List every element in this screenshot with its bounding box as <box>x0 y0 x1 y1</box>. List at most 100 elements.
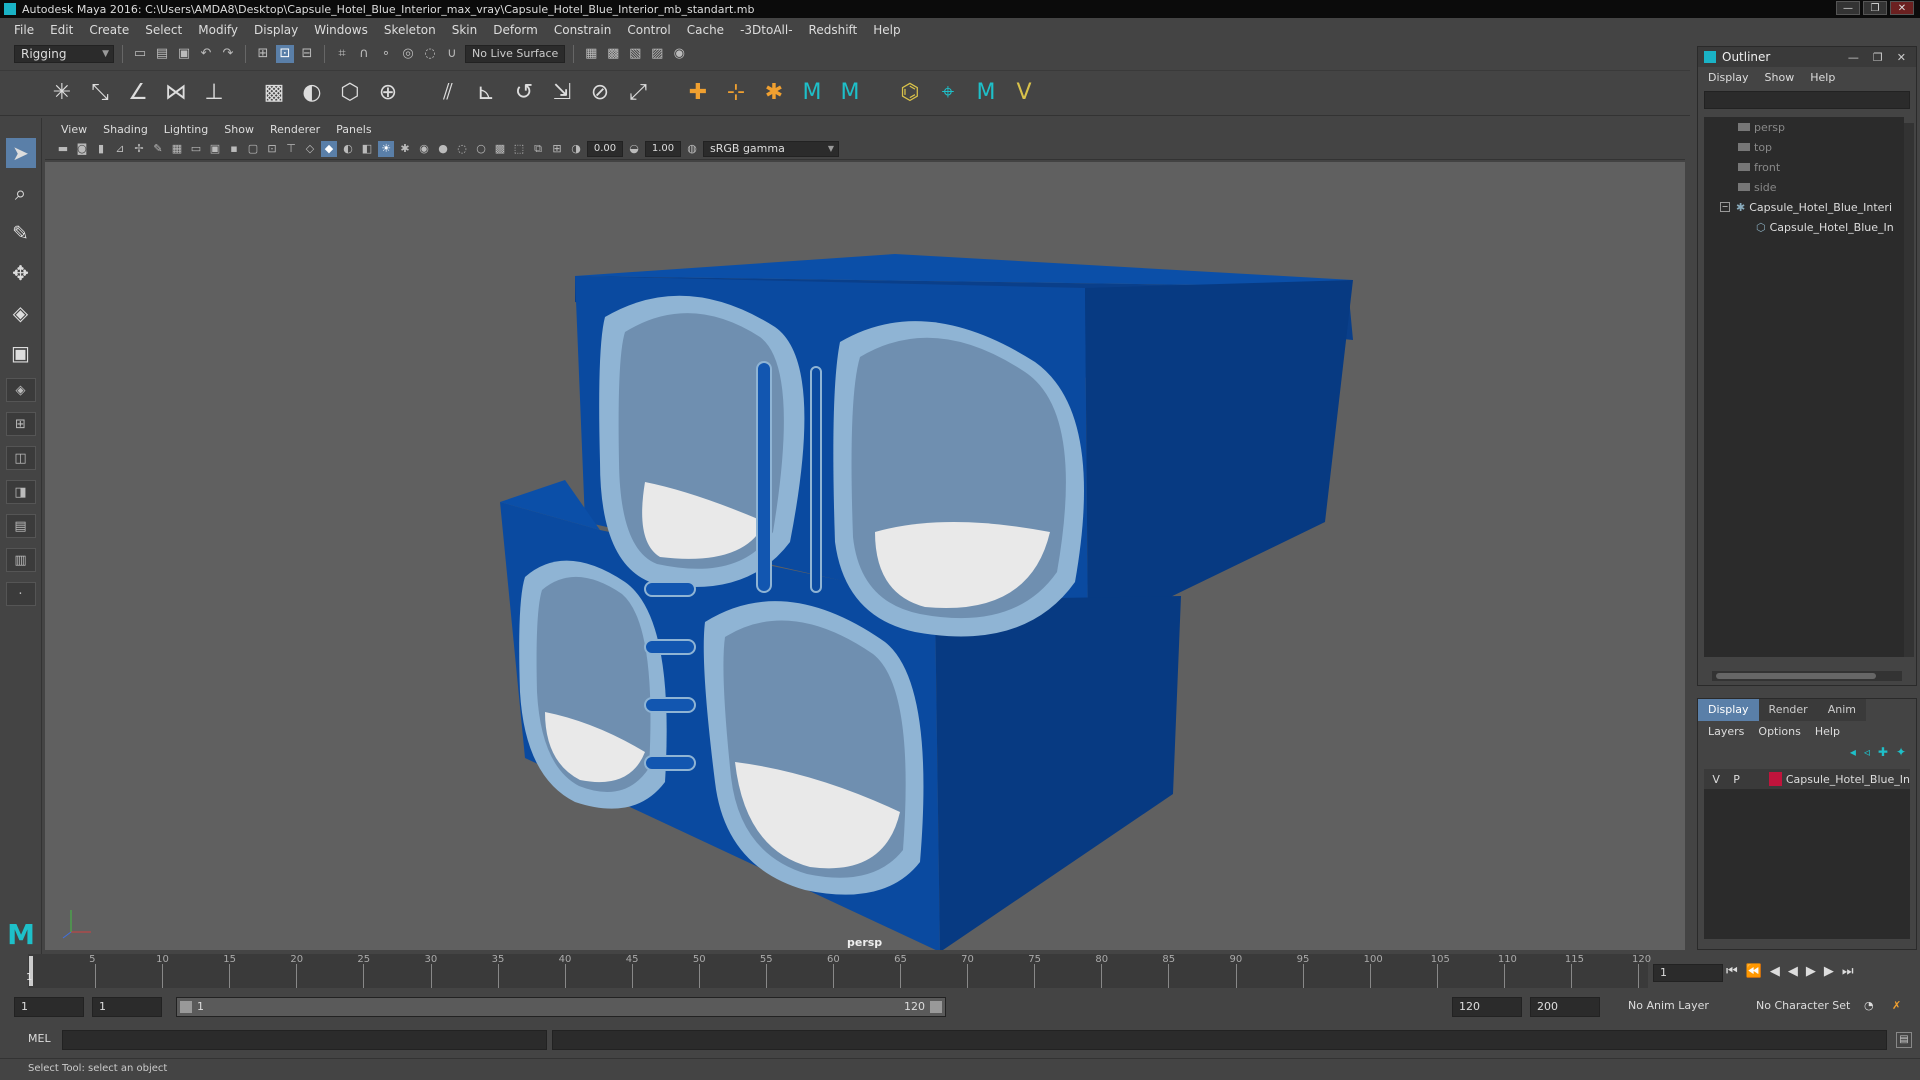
open-scene-icon[interactable]: ▤ <box>153 45 171 63</box>
gamma-icon[interactable]: ◒ <box>626 141 642 157</box>
select-hierarchy-icon[interactable]: ⊞ <box>254 45 272 63</box>
textured-icon[interactable]: ◧ <box>359 141 375 157</box>
film-gate-icon[interactable]: ▭ <box>188 141 204 157</box>
locator-icon[interactable]: ✚ <box>684 79 712 107</box>
panel-menu-panels[interactable]: Panels <box>328 123 379 136</box>
gate-mask-icon[interactable]: ▪ <box>226 141 242 157</box>
maya-m-icon[interactable]: M <box>798 79 826 107</box>
use-lights-icon[interactable]: ☀ <box>378 140 394 157</box>
outliner-search-field[interactable] <box>1704 91 1910 109</box>
bind-skin-icon[interactable]: ▩ <box>260 79 288 107</box>
move-tool-icon[interactable]: ✥ <box>6 258 36 288</box>
safe-title-icon[interactable]: ⊤ <box>283 141 299 157</box>
outliner-menu-display[interactable]: Display <box>1708 71 1749 84</box>
outliner-menu-help[interactable]: Help <box>1810 71 1835 84</box>
2d-pan-icon[interactable]: ✢ <box>131 141 147 157</box>
layer-menu-layers[interactable]: Layers <box>1708 725 1744 738</box>
paint-select-icon[interactable]: ✎ <box>6 218 36 248</box>
cluster-icon[interactable]: ⊕ <box>374 79 402 107</box>
orient-joint-icon[interactable]: ⊥ <box>200 79 228 107</box>
menu-set-dropdown[interactable]: Rigging <box>14 45 114 63</box>
lasso-tool-icon[interactable]: ⌕ <box>6 178 36 208</box>
render-frame-icon[interactable]: ▩ <box>604 45 622 63</box>
outliner-menu-show[interactable]: Show <box>1765 71 1795 84</box>
scale-tool-icon[interactable]: ▣ <box>6 338 36 368</box>
menu-skin[interactable]: Skin <box>444 23 486 37</box>
maximize-button[interactable]: ❐ <box>1863 1 1887 15</box>
live-surface-field[interactable]: No Live Surface <box>465 45 566 63</box>
gamma-field[interactable]: 1.00 <box>645 140 681 157</box>
field-chart-icon[interactable]: ▢ <box>245 141 261 157</box>
select-object-icon[interactable]: ⊡ <box>276 45 294 63</box>
wireframe-icon[interactable]: ◇ <box>302 141 318 157</box>
play-backward-icon[interactable]: ◀ <box>1788 964 1798 979</box>
grid-icon[interactable]: ▦ <box>169 141 185 157</box>
range-start-handle[interactable] <box>180 1001 192 1013</box>
ambient-occlusion-icon[interactable]: ◉ <box>416 141 432 157</box>
grease-pencil-icon[interactable]: ✎ <box>150 141 166 157</box>
layer-row[interactable]: V P Capsule_Hotel_Blue_In <box>1704 769 1910 789</box>
exposure-icon[interactable]: ◑ <box>568 141 584 157</box>
menu-create[interactable]: Create <box>81 23 137 37</box>
outliner-item-front[interactable]: front <box>1704 157 1904 177</box>
layer-menu-options[interactable]: Options <box>1758 725 1800 738</box>
joint-locator-icon[interactable]: ⊹ <box>722 79 750 107</box>
scale-constraint-icon[interactable]: ⇲ <box>548 79 576 107</box>
redo-icon[interactable]: ↷ <box>219 45 237 63</box>
menu-cache[interactable]: Cache <box>679 23 732 37</box>
rotate-tool-icon[interactable]: ◈ <box>6 298 36 328</box>
ik-handle-icon[interactable]: ⤡ <box>86 79 114 107</box>
time-ruler[interactable]: 1 5 10 15 20 25 30 35 40 45 50 55 60 65 70 75 80 85 90 95 1… <box>26 954 1651 988</box>
wrap-deformer-icon[interactable]: ⌖ <box>934 79 962 107</box>
tab-render[interactable]: Render <box>1758 699 1818 721</box>
outliner-item-mesh[interactable]: ⬡ Capsule_Hotel_Blue_In <box>1704 217 1904 237</box>
camera-attributes-icon[interactable]: ◙ <box>74 141 90 157</box>
panel-menu-show[interactable]: Show <box>216 123 262 136</box>
layer-visibility-toggle[interactable]: V <box>1708 773 1724 786</box>
bookmark-icon[interactable]: ▮ <box>93 141 109 157</box>
go-to-start-icon[interactable]: ⏮ <box>1726 964 1738 979</box>
four-view-layout-icon[interactable]: ⊞ <box>5 412 36 436</box>
mirror-joint-icon[interactable]: ⋈ <box>162 79 190 107</box>
outliner-item-side[interactable]: side <box>1704 177 1904 197</box>
ik-spline-icon[interactable]: ∠ <box>124 79 152 107</box>
maya-m-third-icon[interactable]: M <box>972 79 1000 107</box>
new-layer-icon[interactable]: ✚ <box>1878 745 1888 759</box>
outliner-horizontal-scrollbar[interactable] <box>1712 671 1902 681</box>
isolate-select-icon[interactable]: ▩ <box>492 141 508 157</box>
playback-start-field[interactable]: 1 <box>92 997 162 1017</box>
menu-help[interactable]: Help <box>865 23 908 37</box>
new-scene-icon[interactable]: ▭ <box>131 45 149 63</box>
view-transform-dropdown[interactable]: sRGB gamma <box>703 140 839 157</box>
range-slider[interactable]: 1 120 <box>176 997 946 1017</box>
menu-modify[interactable]: Modify <box>190 23 246 37</box>
menu-deform[interactable]: Deform <box>485 23 546 37</box>
single-perspective-layout-icon[interactable]: ◈ <box>5 378 36 402</box>
tab-anim[interactable]: Anim <box>1817 699 1866 721</box>
parent-constraint-icon[interactable]: ⫽ <box>434 79 462 107</box>
new-layer-selected-icon[interactable]: ✦ <box>1896 745 1906 759</box>
snap-surface-icon[interactable]: ◌ <box>421 45 439 63</box>
exposure-field[interactable]: 0.00 <box>587 140 623 157</box>
lattice-icon[interactable]: ⬡ <box>336 79 364 107</box>
xray-icon[interactable]: ⬚ <box>511 141 527 157</box>
save-scene-icon[interactable]: ▣ <box>175 45 193 63</box>
step-back-frame-icon[interactable]: ◀︎ <box>1770 964 1780 979</box>
color-management-icon[interactable]: ◍ <box>684 141 700 157</box>
graph-layout-icon[interactable]: ▤ <box>5 514 36 538</box>
two-view-layout-icon[interactable]: ◫ <box>5 446 36 470</box>
snap-view-icon[interactable]: ◎ <box>399 45 417 63</box>
hypershade-layout-icon[interactable]: ▥ <box>5 548 36 572</box>
collapse-icon[interactable]: − <box>1720 202 1730 212</box>
step-back-key-icon[interactable]: ⏪ <box>1746 964 1762 979</box>
go-to-end-icon[interactable]: ⏭ <box>1842 964 1854 979</box>
pole-vector-icon[interactable]: ⤢ <box>624 79 652 107</box>
snap-point-icon[interactable]: ∘ <box>377 45 395 63</box>
custom-layout-icon[interactable]: · <box>5 582 36 606</box>
xray-components-icon[interactable]: ⊞ <box>549 141 565 157</box>
step-forward-frame-icon[interactable]: ▶︎ <box>1824 964 1834 979</box>
maya-m-alt-icon[interactable]: M <box>836 79 864 107</box>
move-layer-down-icon[interactable]: ◃ <box>1864 745 1870 759</box>
menu-control[interactable]: Control <box>619 23 678 37</box>
undo-icon[interactable]: ↶ <box>197 45 215 63</box>
